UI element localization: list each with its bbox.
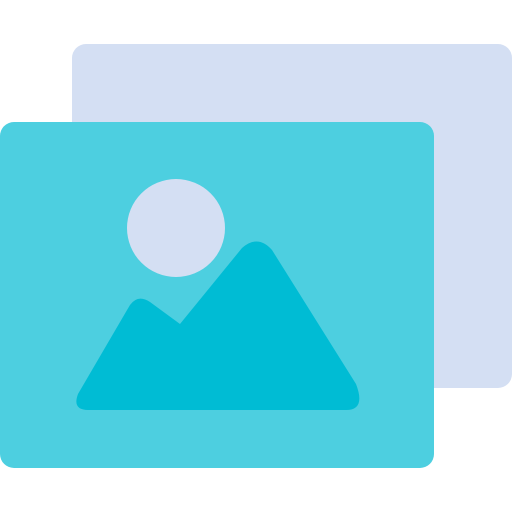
sun-icon xyxy=(127,179,225,277)
gallery-images-icon xyxy=(0,0,512,512)
photo-landscape-icon xyxy=(76,179,360,410)
mountains-icon xyxy=(76,241,360,410)
front-photo-card xyxy=(0,122,434,468)
